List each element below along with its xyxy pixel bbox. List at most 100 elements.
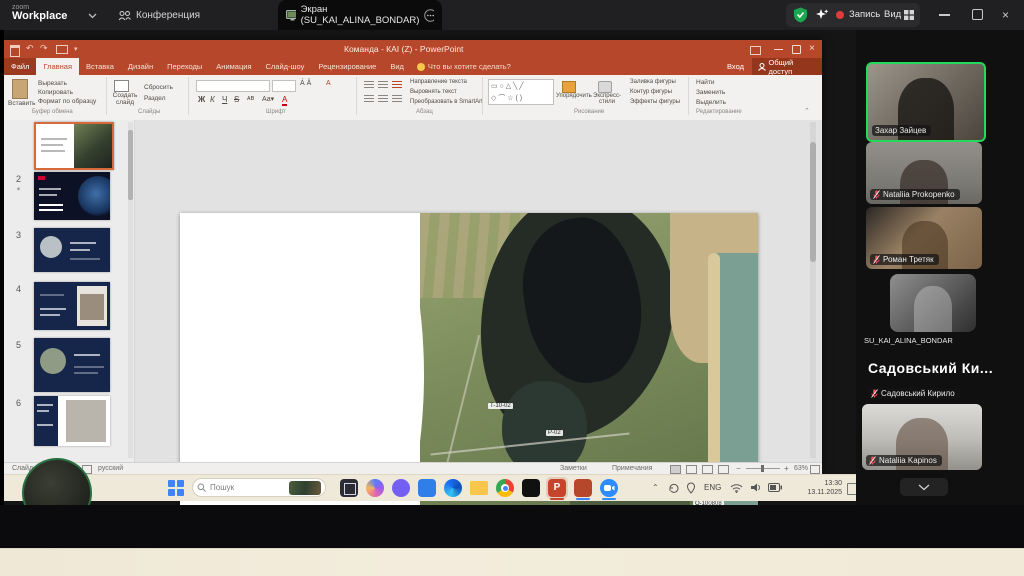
shape-effects-button[interactable]: Эффекты фигуры [630,99,680,105]
video-tile-kapinos[interactable]: Nataliia Kapinos [862,404,982,470]
undo-icon[interactable]: ↶ [26,43,34,54]
thumbnail-slide-3[interactable] [34,228,110,272]
sorter-view-icon[interactable] [686,465,697,474]
format-painter-button[interactable]: Формат по образцу [38,98,96,105]
viber-icon[interactable] [392,479,410,497]
ellipsis-icon[interactable] [424,9,434,22]
bullets-icon[interactable] [364,81,374,89]
start-button-icon[interactable] [168,480,184,496]
reset-button[interactable]: Сбросить [144,84,173,91]
thumbnail-scrollbar[interactable] [128,122,133,458]
copy-button[interactable]: Копировать [38,89,73,96]
wifi-icon[interactable] [730,483,743,493]
change-case-button[interactable]: Аа▾ [262,95,274,103]
thumbnail-slide-5[interactable] [34,338,110,392]
close-button[interactable]: × [1002,8,1009,22]
zoom-slider[interactable] [746,468,780,469]
security-shield-icon[interactable] [793,7,808,23]
chrome-icon[interactable] [496,479,514,497]
tab-insert[interactable]: Вставка [79,58,121,75]
tab-review[interactable]: Рецензирование [311,58,383,75]
italic-button[interactable]: К [210,95,215,104]
ai-sparkle-icon[interactable] [815,8,829,22]
shape-fill-button[interactable]: Заливка фигуры [630,79,676,85]
thumbnail-slide-6[interactable] [34,396,110,446]
thumbnail-slide-1[interactable] [34,122,114,170]
cut-button[interactable]: Вырезать [38,80,67,87]
desktop-search-box[interactable]: Пошук [192,478,326,497]
char-spacing-button[interactable]: ᴀʙ [247,95,254,102]
view-grid-icon[interactable] [903,9,915,21]
video-tile-zakhar[interactable]: Захар Зайцев [866,62,986,142]
task-view-icon[interactable] [340,479,358,497]
scroll-participants-button[interactable] [900,478,948,496]
indent-icon[interactable] [392,81,402,89]
tab-design[interactable]: Дизайн [121,58,160,75]
font-color-button[interactable]: А [282,95,287,106]
language-switcher[interactable]: ENG [704,483,721,492]
quick-styles-button[interactable]: Экспресс-стили [590,93,624,105]
thumbnail-slide-4[interactable] [34,282,110,330]
edge-icon[interactable] [444,479,462,497]
tab-meeting[interactable]: Конференция [118,0,200,30]
maximize-button[interactable] [972,9,983,20]
powerpoint-taskbar-icon[interactable]: P [548,479,566,497]
video-tile-tretiak[interactable]: Роман Третяк [866,207,982,269]
tell-me-box[interactable]: Что вы хотите сделать? [428,62,511,71]
slideshow-view-icon[interactable] [718,465,729,474]
tab-view[interactable]: Вид [383,58,411,75]
collapse-ribbon-icon[interactable]: ⌃ [804,107,810,115]
video-tile-prokopenko[interactable]: Nataliia Prokopenko [866,142,982,204]
chevron-down-icon[interactable] [88,13,97,19]
tab-home[interactable]: Главная [36,58,79,75]
strikethrough-button[interactable]: S [234,95,239,104]
fit-slide-icon[interactable] [810,465,820,474]
section-button[interactable]: Раздел [144,95,165,102]
shapes-gallery[interactable]: ▭ ○ △ ╲ ╱◇ ⌒ ☆ ( ) [488,79,554,105]
select-button[interactable]: Выделить [696,99,726,106]
text-direction-button[interactable]: Направление текста [410,79,467,85]
smartart-button[interactable]: Преобразовать в SmartArt [410,99,483,105]
sync-icon[interactable] [668,482,680,494]
paste-icon[interactable] [12,79,28,99]
ribbon-options-icon[interactable] [750,46,761,55]
replace-button[interactable]: Заменить [696,89,725,96]
sign-in-link[interactable]: Вход [727,62,744,71]
file-explorer-icon[interactable] [470,481,488,495]
redo-icon[interactable]: ↷ [40,43,48,54]
zoom-out-button[interactable]: − [736,464,741,473]
store-icon[interactable] [418,479,436,497]
qat-more-icon[interactable]: ▾ [74,45,78,53]
thumbnail-slide-2[interactable] [34,172,110,220]
quick-styles-icon[interactable] [598,81,612,93]
bold-button[interactable]: Ж [198,95,205,104]
tab-transitions[interactable]: Переходы [160,58,209,75]
tab-animations[interactable]: Анимация [209,58,258,75]
zoom-taskbar-icon[interactable] [600,479,618,497]
shape-outline-button[interactable]: Контур фигуры [630,89,672,95]
numbering-icon[interactable] [378,81,388,89]
save-icon[interactable] [10,45,20,57]
figma-icon[interactable] [522,479,540,497]
align-center-icon[interactable] [378,95,388,103]
paste-button[interactable]: Вставить [8,100,36,107]
slideshow-icon[interactable] [56,45,68,54]
font-name-box[interactable] [196,80,270,92]
view-menu[interactable]: Вид [884,9,901,20]
font-size-box[interactable] [272,80,296,92]
ppt-close-button[interactable]: × [809,43,815,54]
arrange-icon[interactable] [562,81,576,93]
notes-button[interactable]: Заметки [560,465,587,472]
tray-clock[interactable]: 13:30 13.11.2025 [796,479,842,497]
avatar-tile-alina[interactable] [890,274,976,332]
comments-button[interactable]: Примечания [612,465,652,472]
arrange-button[interactable]: Упорядочить [556,93,590,99]
grow-font-button[interactable]: А́ А̌ [300,80,311,87]
clear-format-button[interactable]: А [326,80,331,87]
tab-file[interactable]: Файл [4,58,36,75]
language-indicator[interactable]: русский [98,465,123,472]
underline-button[interactable]: Ч [222,95,227,104]
share-button[interactable]: Общий доступ [752,58,822,75]
ppt-secondary-icon[interactable] [574,479,592,497]
reading-view-icon[interactable] [702,465,713,474]
